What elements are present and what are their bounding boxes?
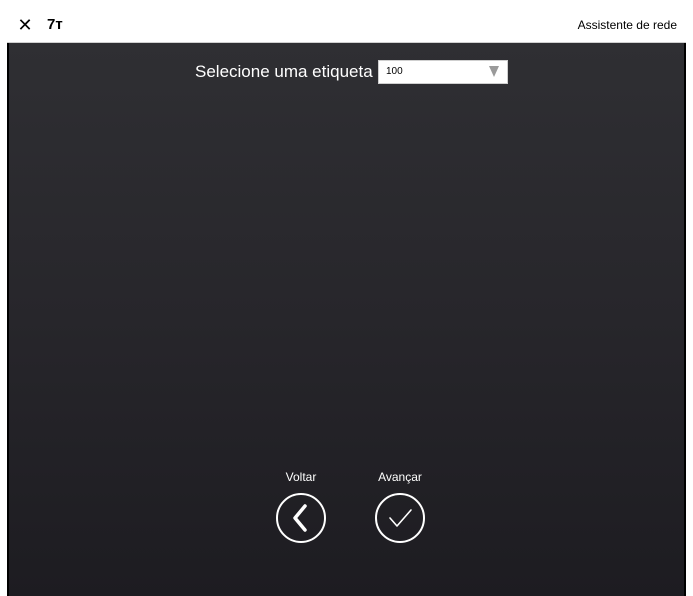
- window-title: Assistente de rede: [577, 18, 677, 32]
- next-label: Avançar: [378, 470, 422, 484]
- app-title: 7т: [47, 16, 63, 33]
- close-icon[interactable]: ✕: [15, 14, 35, 36]
- wizard-content: Selecione uma etiqueta 100: [7, 43, 686, 596]
- back-button[interactable]: Voltar: [271, 470, 331, 550]
- back-label: Voltar: [285, 470, 317, 484]
- label-select[interactable]: 100: [378, 60, 508, 84]
- dropdown-arrow-icon: [489, 66, 499, 77]
- chevron-left-icon: [276, 493, 326, 543]
- title-bar: ✕ 7т Assistente de rede: [7, 7, 686, 43]
- select-value: 100: [386, 66, 403, 77]
- checkmark-icon: [375, 493, 425, 543]
- select-label: Selecione uma etiqueta: [195, 62, 373, 81]
- app-window: ✕ 7т Assistente de rede Selecione uma et…: [7, 7, 686, 596]
- next-button[interactable]: Avançar: [370, 470, 430, 550]
